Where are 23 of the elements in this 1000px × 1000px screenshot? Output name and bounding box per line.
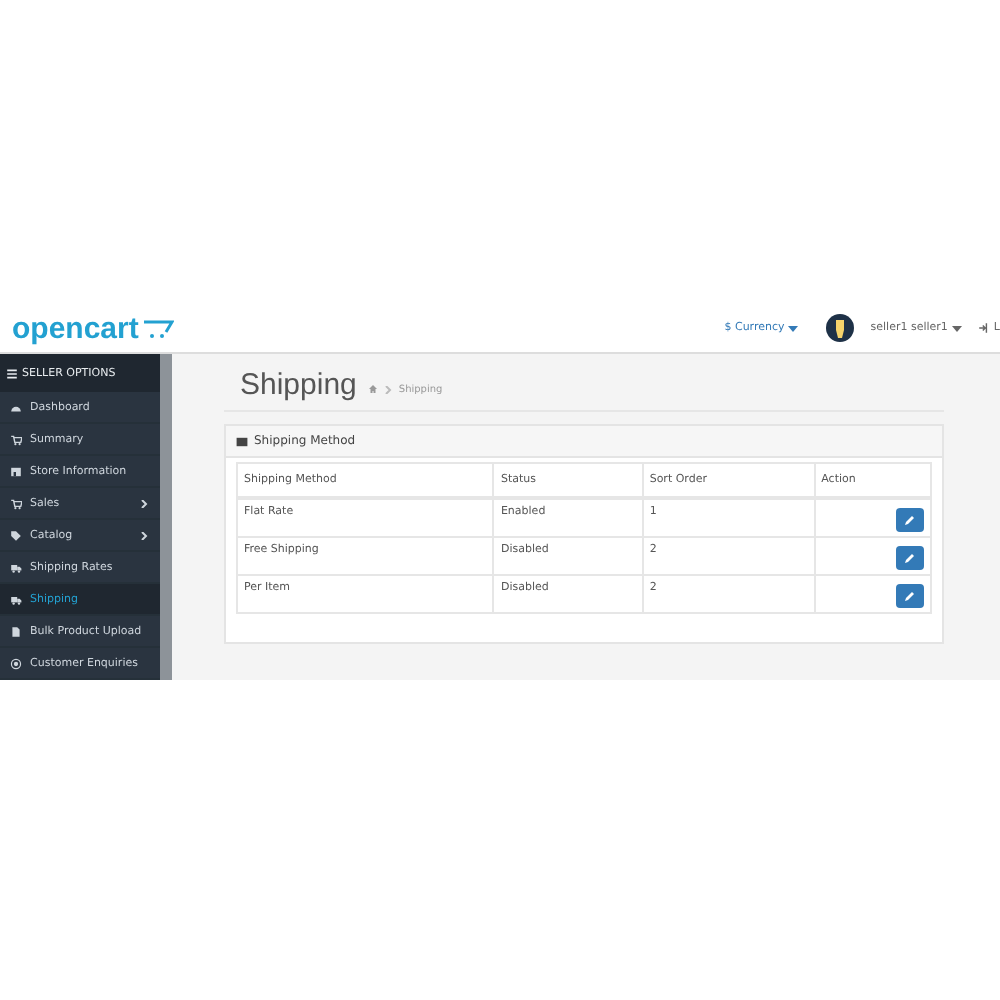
file-icon (10, 625, 22, 637)
edit-button[interactable] (896, 584, 924, 608)
tag-icon (10, 529, 22, 541)
menu-icon (6, 367, 18, 379)
edit-button[interactable] (896, 508, 924, 532)
avatar-icon (826, 314, 855, 342)
caret-icon (951, 325, 962, 331)
pencil-icon (904, 552, 916, 564)
store-icon (10, 465, 22, 477)
truck-icon (10, 561, 22, 573)
cart-icon (10, 497, 22, 509)
cart-icon (10, 433, 22, 445)
dashboard-icon (10, 401, 22, 413)
list-icon (236, 435, 248, 447)
caret-icon (788, 325, 799, 331)
chevron-icon (384, 385, 393, 393)
edit-button[interactable] (896, 546, 924, 570)
pencil-icon (904, 514, 916, 526)
truck-icon (10, 593, 22, 605)
home-icon[interactable] (368, 384, 379, 394)
page-title: Shipping (240, 368, 357, 402)
circle-icon (10, 657, 22, 669)
pencil-icon (904, 590, 916, 602)
